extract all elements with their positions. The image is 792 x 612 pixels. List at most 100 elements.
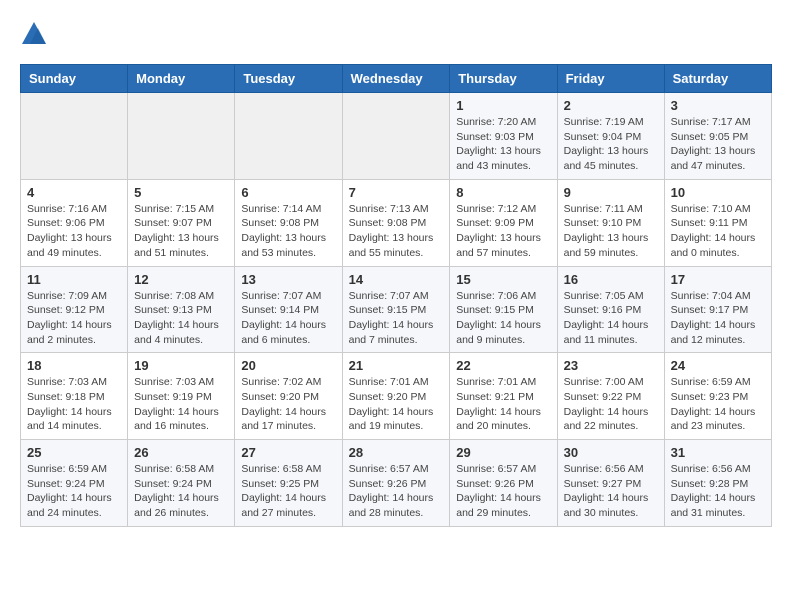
day-number: 21 — [349, 358, 444, 373]
calendar-header-row: SundayMondayTuesdayWednesdayThursdayFrid… — [21, 65, 772, 93]
calendar-header-thursday: Thursday — [450, 65, 557, 93]
day-number: 24 — [671, 358, 765, 373]
calendar-header-saturday: Saturday — [664, 65, 771, 93]
calendar-cell: 18Sunrise: 7:03 AM Sunset: 9:18 PM Dayli… — [21, 353, 128, 440]
calendar-table: SundayMondayTuesdayWednesdayThursdayFrid… — [20, 64, 772, 527]
day-number: 30 — [564, 445, 658, 460]
calendar-cell: 4Sunrise: 7:16 AM Sunset: 9:06 PM Daylig… — [21, 179, 128, 266]
day-info: Sunrise: 6:59 AM Sunset: 9:24 PM Dayligh… — [27, 462, 121, 521]
day-info: Sunrise: 6:59 AM Sunset: 9:23 PM Dayligh… — [671, 375, 765, 434]
day-info: Sunrise: 7:08 AM Sunset: 9:13 PM Dayligh… — [134, 289, 228, 348]
day-number: 18 — [27, 358, 121, 373]
day-info: Sunrise: 7:13 AM Sunset: 9:08 PM Dayligh… — [349, 202, 444, 261]
calendar-cell: 21Sunrise: 7:01 AM Sunset: 9:20 PM Dayli… — [342, 353, 450, 440]
day-number: 25 — [27, 445, 121, 460]
day-info: Sunrise: 6:57 AM Sunset: 9:26 PM Dayligh… — [456, 462, 550, 521]
calendar-cell: 2 Sunrise: 7:19 AM Sunset: 9:04 PM Daylig… — [557, 93, 664, 180]
day-number: 26 — [134, 445, 228, 460]
day-number: 20 — [241, 358, 335, 373]
day-number: 22 — [456, 358, 550, 373]
day-number: 14 — [349, 272, 444, 287]
calendar-cell: 27 Sunrise: 6:58 AM Sunset: 9:25 PM Dayli… — [235, 440, 342, 527]
day-info: Sunrise: 7:03 AM Sunset: 9:19 PM Dayligh… — [134, 375, 228, 434]
calendar-cell: 26 Sunrise: 6:58 AM Sunset: 9:24 PM Dayli… — [128, 440, 235, 527]
day-info: Sunrise: 7:14 AM Sunset: 9:08 PM Dayligh… — [241, 202, 335, 261]
calendar-cell: 22 Sunrise: 7:01 AM Sunset: 9:21 PM Dayli… — [450, 353, 557, 440]
calendar-cell: 30 Sunrise: 6:56 AM Sunset: 9:27 PM Dayli… — [557, 440, 664, 527]
day-info: Sunrise: 7:06 AM Sunset: 9:15 PM Dayligh… — [456, 289, 550, 348]
day-info: Sunrise: 7:05 AM Sunset: 9:16 PM Dayligh… — [564, 289, 658, 348]
calendar-header-monday: Monday — [128, 65, 235, 93]
calendar-cell: 16 Sunrise: 7:05 AM Sunset: 9:16 PM Dayli… — [557, 266, 664, 353]
calendar-cell — [342, 93, 450, 180]
day-number: 15 — [456, 272, 550, 287]
calendar-cell: 12 Sunrise: 7:08 AM Sunset: 9:13 PM Dayli… — [128, 266, 235, 353]
day-info: Sunrise: 7:09 AM Sunset: 9:12 PM Dayligh… — [27, 289, 121, 348]
calendar-cell: 25 Sunrise: 6:59 AM Sunset: 9:24 PM Dayli… — [21, 440, 128, 527]
day-number: 2 — [564, 98, 658, 113]
calendar-cell: 5 Sunrise: 7:15 AM Sunset: 9:07 PM Daylig… — [128, 179, 235, 266]
day-info: Sunrise: 7:10 AM Sunset: 9:11 PM Dayligh… — [671, 202, 765, 261]
calendar-cell: 14 Sunrise: 7:07 AM Sunset: 9:15 PM Dayli… — [342, 266, 450, 353]
calendar-cell — [128, 93, 235, 180]
calendar-cell: 13 Sunrise: 7:07 AM Sunset: 9:14 PM Dayli… — [235, 266, 342, 353]
calendar-cell: 28 Sunrise: 6:57 AM Sunset: 9:26 PM Dayli… — [342, 440, 450, 527]
calendar-week-row: 18Sunrise: 7:03 AM Sunset: 9:18 PM Dayli… — [21, 353, 772, 440]
calendar-week-row: 1 Sunrise: 7:20 AM Sunset: 9:03 PM Daylig… — [21, 93, 772, 180]
day-info: Sunrise: 7:17 AM Sunset: 9:05 PM Dayligh… — [671, 115, 765, 174]
day-number: 16 — [564, 272, 658, 287]
day-number: 13 — [241, 272, 335, 287]
calendar-week-row: 4Sunrise: 7:16 AM Sunset: 9:06 PM Daylig… — [21, 179, 772, 266]
logo-icon — [20, 20, 48, 48]
calendar-cell: 17 Sunrise: 7:04 AM Sunset: 9:17 PM Dayli… — [664, 266, 771, 353]
calendar-cell: 3Sunrise: 7:17 AM Sunset: 9:05 PM Daylig… — [664, 93, 771, 180]
calendar-cell: 1 Sunrise: 7:20 AM Sunset: 9:03 PM Daylig… — [450, 93, 557, 180]
calendar-header-tuesday: Tuesday — [235, 65, 342, 93]
day-number: 17 — [671, 272, 765, 287]
calendar-week-row: 11 Sunrise: 7:09 AM Sunset: 9:12 PM Dayli… — [21, 266, 772, 353]
calendar-cell: 19 Sunrise: 7:03 AM Sunset: 9:19 PM Dayli… — [128, 353, 235, 440]
day-info: Sunrise: 7:20 AM Sunset: 9:03 PM Dayligh… — [456, 115, 550, 174]
day-number: 11 — [27, 272, 121, 287]
day-info: Sunrise: 7:11 AM Sunset: 9:10 PM Dayligh… — [564, 202, 658, 261]
calendar-cell: 31Sunrise: 6:56 AM Sunset: 9:28 PM Dayli… — [664, 440, 771, 527]
day-info: Sunrise: 6:58 AM Sunset: 9:25 PM Dayligh… — [241, 462, 335, 521]
day-info: Sunrise: 7:07 AM Sunset: 9:15 PM Dayligh… — [349, 289, 444, 348]
day-info: Sunrise: 7:01 AM Sunset: 9:21 PM Dayligh… — [456, 375, 550, 434]
calendar-cell: 24 Sunrise: 6:59 AM Sunset: 9:23 PM Dayli… — [664, 353, 771, 440]
day-number: 8 — [456, 185, 550, 200]
day-info: Sunrise: 7:00 AM Sunset: 9:22 PM Dayligh… — [564, 375, 658, 434]
calendar-header-friday: Friday — [557, 65, 664, 93]
day-number: 23 — [564, 358, 658, 373]
day-info: Sunrise: 7:12 AM Sunset: 9:09 PM Dayligh… — [456, 202, 550, 261]
day-info: Sunrise: 6:57 AM Sunset: 9:26 PM Dayligh… — [349, 462, 444, 521]
day-number: 27 — [241, 445, 335, 460]
day-info: Sunrise: 7:07 AM Sunset: 9:14 PM Dayligh… — [241, 289, 335, 348]
calendar-cell — [21, 93, 128, 180]
day-number: 31 — [671, 445, 765, 460]
day-info: Sunrise: 7:04 AM Sunset: 9:17 PM Dayligh… — [671, 289, 765, 348]
calendar-cell: 11 Sunrise: 7:09 AM Sunset: 9:12 PM Dayli… — [21, 266, 128, 353]
day-info: Sunrise: 7:02 AM Sunset: 9:20 PM Dayligh… — [241, 375, 335, 434]
day-info: Sunrise: 6:58 AM Sunset: 9:24 PM Dayligh… — [134, 462, 228, 521]
calendar-cell: 20 Sunrise: 7:02 AM Sunset: 9:20 PM Dayli… — [235, 353, 342, 440]
calendar-header-sunday: Sunday — [21, 65, 128, 93]
day-number: 1 — [456, 98, 550, 113]
day-info: Sunrise: 7:19 AM Sunset: 9:04 PM Dayligh… — [564, 115, 658, 174]
day-number: 19 — [134, 358, 228, 373]
calendar-cell — [235, 93, 342, 180]
calendar-cell: 6 Sunrise: 7:14 AM Sunset: 9:08 PM Daylig… — [235, 179, 342, 266]
calendar-cell: 10Sunrise: 7:10 AM Sunset: 9:11 PM Dayli… — [664, 179, 771, 266]
calendar-week-row: 25 Sunrise: 6:59 AM Sunset: 9:24 PM Dayli… — [21, 440, 772, 527]
day-info: Sunrise: 7:15 AM Sunset: 9:07 PM Dayligh… — [134, 202, 228, 261]
calendar-cell: 29Sunrise: 6:57 AM Sunset: 9:26 PM Dayli… — [450, 440, 557, 527]
day-number: 7 — [349, 185, 444, 200]
day-number: 5 — [134, 185, 228, 200]
page-header — [20, 20, 772, 48]
calendar-cell: 9Sunrise: 7:11 AM Sunset: 9:10 PM Daylig… — [557, 179, 664, 266]
logo — [20, 20, 52, 48]
day-number: 28 — [349, 445, 444, 460]
day-info: Sunrise: 6:56 AM Sunset: 9:27 PM Dayligh… — [564, 462, 658, 521]
day-number: 12 — [134, 272, 228, 287]
day-number: 6 — [241, 185, 335, 200]
